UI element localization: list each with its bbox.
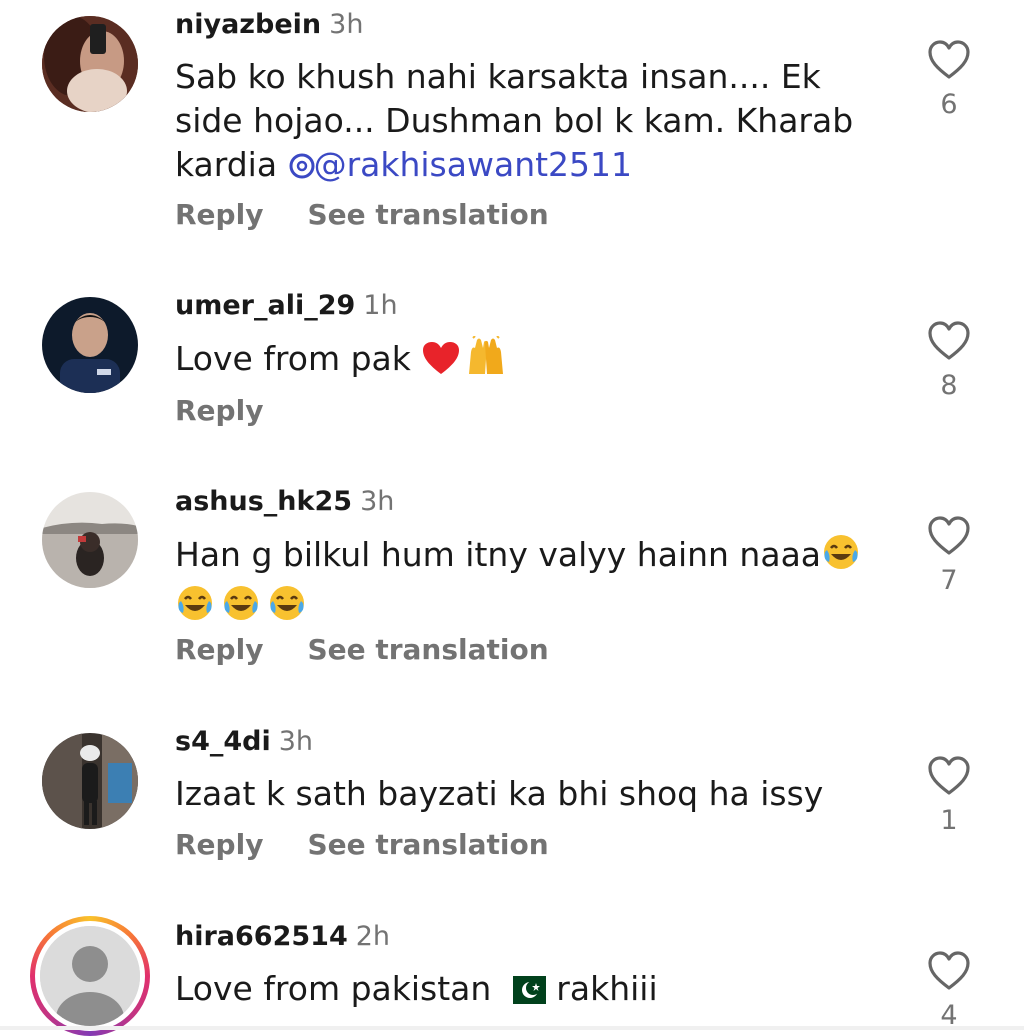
comment-text-fragment: Izaat k sath bayzati ka bhi shoq ha issy [175, 774, 824, 813]
story-ring[interactable] [30, 916, 150, 1036]
bottom-divider [0, 1026, 1024, 1030]
username[interactable]: niyazbein [175, 9, 321, 40]
reply-button[interactable]: Reply [175, 394, 263, 427]
like-button[interactable]: 1 [926, 756, 972, 836]
see-translation-button[interactable]: See translation [307, 198, 548, 231]
comment-meta: ashus_hk25 3h [175, 485, 394, 519]
tears-of-joy-emoji [821, 532, 861, 583]
heart-outline-icon [926, 756, 972, 796]
red-heart-emoji [421, 340, 461, 387]
comment-text: Han g bilkul hum itny valyy hainn naaa [175, 532, 875, 634]
heart-outline-icon [926, 321, 972, 361]
like-button[interactable]: 7 [926, 516, 972, 596]
like-count: 7 [940, 565, 958, 596]
comment-meta: niyazbein 3h [175, 8, 363, 42]
comment-text-line [175, 583, 875, 634]
reply-button[interactable]: Reply [175, 828, 263, 861]
mention-link[interactable]: @rakhisawant2511 [288, 145, 632, 184]
like-button[interactable]: 6 [926, 40, 972, 120]
comment-text-fragment: rakhiii [545, 969, 658, 1008]
comment-text-fragment: Han g bilkul hum itny valyy hainn naaa [175, 535, 822, 574]
timestamp: 1h [363, 290, 398, 321]
timestamp: 3h [329, 9, 364, 40]
heart-outline-icon [926, 516, 972, 556]
username[interactable]: umer_ali_29 [175, 290, 355, 321]
avatar[interactable] [42, 16, 138, 112]
comment-actions: Reply See translation [175, 633, 549, 667]
avatar[interactable] [42, 297, 138, 393]
like-count: 8 [940, 370, 958, 401]
comment-text-fragment: Love from pakistan [175, 969, 502, 1008]
comment-meta: s4_4di 3h [175, 725, 313, 759]
tears-of-joy-emoji [175, 583, 215, 634]
pakistan-flag-emoji [501, 973, 546, 1017]
like-count: 1 [940, 805, 958, 836]
timestamp: 3h [360, 486, 395, 517]
comment-text: Love from pak [175, 334, 875, 387]
timestamp: 2h [355, 921, 391, 952]
timestamp: 3h [278, 726, 314, 757]
comment-actions: Reply See translation [175, 828, 549, 862]
comment-text-line: side hojao... Dushman bol k kam. Kharab [175, 101, 854, 140]
default-avatar-icon [40, 926, 140, 1026]
tears-of-joy-emoji [221, 583, 261, 634]
comment-actions: Reply [175, 394, 263, 428]
comment-text: Love from pakistan rakhiii [175, 967, 875, 1017]
avatar[interactable] [42, 733, 138, 829]
like-button[interactable]: 4 [926, 951, 972, 1031]
comment-text-line: Sab ko khush nahi karsakta insan.... Ek [175, 57, 821, 96]
comment-meta: umer_ali_29 1h [175, 289, 398, 323]
comment-text-fragment: kardia [175, 145, 288, 184]
avatar[interactable] [42, 492, 138, 588]
comment-actions: Reply See translation [175, 198, 549, 232]
comment-text-line: kardia @rakhisawant2511 [175, 143, 875, 191]
see-translation-button[interactable]: See translation [307, 828, 548, 861]
see-translation-button[interactable]: See translation [307, 633, 548, 666]
comment-text: Sab ko khush nahi karsakta insan.... Ek … [175, 55, 875, 191]
avatar[interactable] [40, 926, 140, 1026]
comment-meta: hira662514 2h [175, 920, 390, 954]
raising-hands-emoji [465, 334, 507, 387]
heart-outline-icon [926, 951, 972, 991]
comment-text: Izaat k sath bayzati ka bhi shoq ha issy [175, 772, 875, 816]
threads-icon [288, 147, 316, 191]
reply-button[interactable]: Reply [175, 198, 263, 231]
comment-text-line: Han g bilkul hum itny valyy hainn naaa [175, 532, 875, 583]
mention-text: @rakhisawant2511 [313, 145, 633, 184]
comment-text-fragment: Love from pak [175, 339, 422, 378]
username[interactable]: hira662514 [175, 921, 348, 952]
like-count: 6 [940, 89, 958, 120]
like-button[interactable]: 8 [926, 321, 972, 401]
username[interactable]: ashus_hk25 [175, 486, 352, 517]
heart-outline-icon [926, 40, 972, 80]
reply-button[interactable]: Reply [175, 633, 263, 666]
username[interactable]: s4_4di [175, 726, 271, 757]
tears-of-joy-emoji [267, 583, 307, 634]
